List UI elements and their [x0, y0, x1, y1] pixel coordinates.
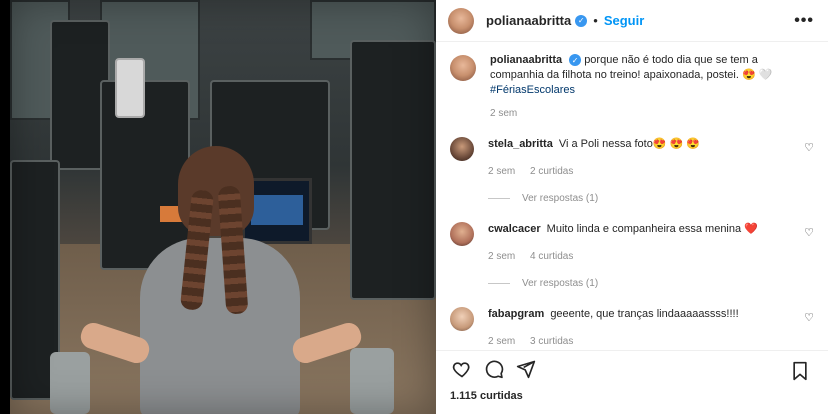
comment-text: cwalcacer Muito linda e companheira essa…	[488, 222, 768, 237]
avatar[interactable]	[450, 137, 474, 161]
heart-icon[interactable]: ♡	[804, 311, 814, 324]
follow-button[interactable]: Seguir	[604, 13, 644, 28]
comment-likes[interactable]: 2 curtidas	[530, 166, 573, 177]
comment-text: fabapgram geeente, que tranças lindaaaaa…	[488, 307, 768, 322]
comment-time[interactable]: 2 sem	[488, 251, 515, 262]
comment-body: Muito linda e companheira essa menina ❤️	[546, 223, 758, 235]
comment: cwalcacer Muito linda e companheira essa…	[450, 222, 814, 262]
replies-line	[488, 283, 510, 284]
comment-text: stela_abritta Vi a Poli nessa foto😍 😍 😍	[488, 137, 768, 152]
verified-icon: ✓	[575, 14, 588, 27]
post-photo[interactable]	[10, 0, 436, 414]
verified-icon: ✓	[569, 54, 582, 67]
comment-username[interactable]: fabapgram	[488, 308, 544, 320]
header-username[interactable]: polianaabritta	[486, 13, 571, 28]
avatar[interactable]	[450, 222, 474, 246]
share-icon[interactable]	[512, 355, 540, 383]
comment-likes[interactable]: 4 curtidas	[530, 251, 573, 262]
avatar[interactable]	[450, 55, 476, 81]
bookmark-icon[interactable]	[786, 357, 814, 385]
comment-body: Vi a Poli nessa foto😍 😍 😍	[558, 138, 701, 150]
view-replies-button[interactable]: Ver respostas (1)	[488, 193, 814, 204]
comment: stela_abritta Vi a Poli nessa foto😍 😍 😍 …	[450, 137, 814, 177]
comment: fabapgram geeente, que tranças lindaaaaa…	[450, 307, 814, 347]
post-sidebar: polianaabritta ✓ • Seguir ••• polianaabr…	[436, 0, 828, 414]
hashtag-link[interactable]: #FériasEscolares	[490, 84, 575, 96]
comment-username[interactable]: cwalcacer	[488, 223, 541, 235]
view-replies-label[interactable]: Ver respostas (1)	[522, 193, 598, 204]
heart-icon[interactable]: ♡	[804, 226, 814, 239]
caption: polianaabritta ✓ porque não é todo dia qu…	[450, 53, 814, 119]
comment-meta: 2 sem 3 curtidas	[488, 336, 768, 347]
likes-count[interactable]: 1.115 curtidas	[450, 390, 523, 402]
comment-meta: 2 sem 2 curtidas	[488, 166, 768, 177]
avatar[interactable]	[450, 307, 474, 331]
heart-icon[interactable]	[448, 355, 476, 383]
view-replies-label[interactable]: Ver respostas (1)	[522, 278, 598, 289]
post-header: polianaabritta ✓ • Seguir •••	[436, 0, 828, 42]
comment-time[interactable]: 2 sem	[488, 166, 515, 177]
heart-icon[interactable]: ♡	[804, 141, 814, 154]
caption-username[interactable]: polianaabritta	[490, 54, 562, 66]
view-replies-button[interactable]: Ver respostas (1)	[488, 278, 814, 289]
left-margin	[0, 0, 10, 414]
replies-line	[488, 198, 510, 199]
more-options-icon[interactable]: •••	[794, 12, 814, 30]
comment-time[interactable]: 2 sem	[488, 336, 515, 347]
avatar[interactable]	[448, 7, 474, 34]
separator-dot: •	[593, 13, 598, 28]
caption-meta: 2 sem	[490, 108, 780, 119]
comment-meta: 2 sem 4 curtidas	[488, 251, 768, 262]
caption-text: polianaabritta ✓ porque não é todo dia qu…	[490, 53, 780, 98]
comment-body: geeente, que tranças lindaaaaassss!!!!	[550, 308, 739, 320]
comment-icon[interactable]	[480, 355, 508, 383]
caption-time[interactable]: 2 sem	[490, 108, 517, 119]
action-bar	[436, 350, 828, 386]
comment-username[interactable]: stela_abritta	[488, 138, 553, 150]
comments-list[interactable]: polianaabritta ✓ porque não é todo dia qu…	[436, 43, 828, 350]
comment-likes[interactable]: 3 curtidas	[530, 336, 573, 347]
